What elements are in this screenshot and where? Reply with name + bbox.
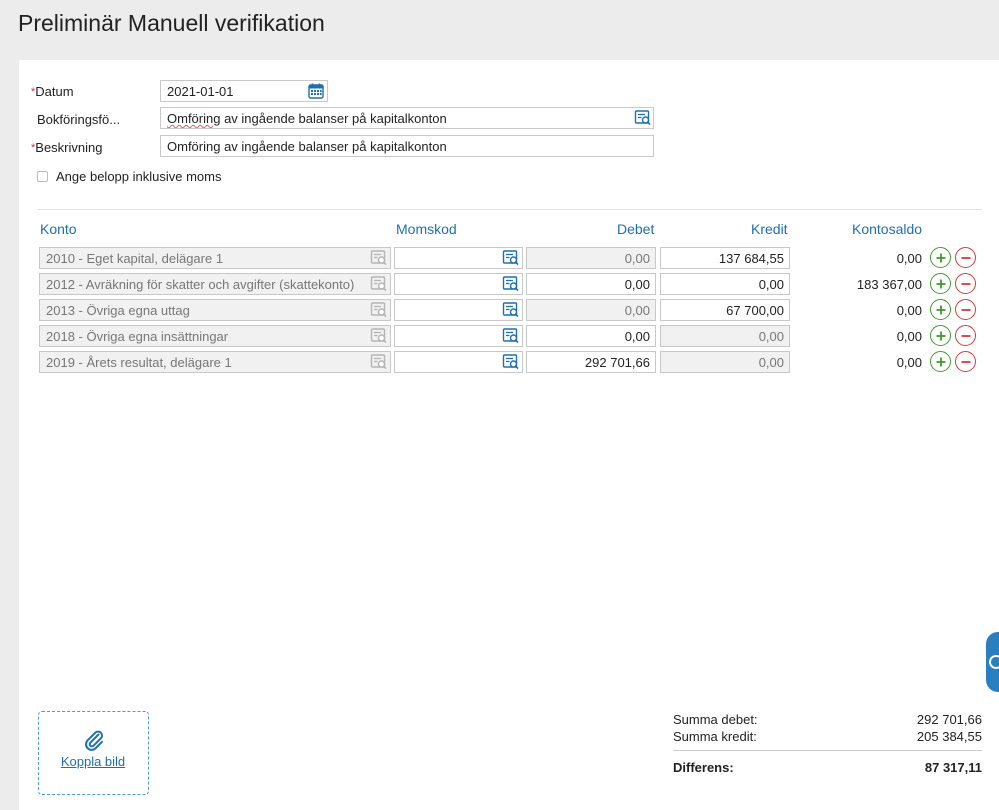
chat-icon bbox=[989, 655, 999, 669]
kontosaldo-value: 0,00 bbox=[896, 251, 922, 266]
konto-lookup-icon[interactable] bbox=[370, 275, 388, 293]
plus-icon bbox=[936, 305, 945, 314]
divider bbox=[38, 209, 982, 210]
calendar-icon[interactable] bbox=[307, 82, 325, 100]
konto-lookup-icon[interactable] bbox=[370, 327, 388, 345]
minus-icon bbox=[961, 360, 970, 363]
debet-field[interactable]: 0,00 bbox=[526, 299, 656, 321]
kredit-field[interactable]: 0,00 bbox=[660, 273, 790, 295]
debet-field[interactable]: 292 701,66 bbox=[526, 351, 656, 373]
paperclip-icon bbox=[85, 730, 103, 751]
minus-icon bbox=[961, 308, 970, 311]
konto-lookup-icon[interactable] bbox=[370, 353, 388, 371]
remove-row-button[interactable] bbox=[955, 273, 976, 294]
summa-debet-label: Summa debet: bbox=[673, 712, 758, 727]
debet-field[interactable]: 0,00 bbox=[526, 325, 656, 347]
momskod-lookup-icon[interactable] bbox=[502, 353, 520, 371]
konto-field[interactable]: 2018 - Övriga egna insättningar bbox=[39, 325, 391, 347]
plus-icon bbox=[936, 253, 945, 262]
inkl-moms-checkbox[interactable] bbox=[37, 171, 48, 182]
plus-icon bbox=[936, 357, 945, 366]
kontosaldo-value: 183 367,00 bbox=[856, 277, 922, 292]
momskod-lookup-icon[interactable] bbox=[502, 275, 520, 293]
differens-label: Differens: bbox=[673, 760, 734, 775]
attach-image-link[interactable]: Koppla bild bbox=[39, 754, 147, 769]
remove-row-button[interactable] bbox=[955, 247, 976, 268]
debet-field[interactable]: 0,00 bbox=[526, 247, 656, 269]
attach-image-dropzone[interactable]: Koppla bild bbox=[38, 711, 149, 795]
momskod-lookup-icon[interactable] bbox=[502, 249, 520, 267]
datum-label: *Datum bbox=[31, 84, 74, 99]
add-row-button[interactable] bbox=[930, 351, 951, 372]
datum-input[interactable]: 2021-01-01 bbox=[160, 80, 328, 102]
kredit-field[interactable]: 137 684,55 bbox=[660, 247, 790, 269]
add-row-button[interactable] bbox=[930, 273, 951, 294]
remove-row-button[interactable] bbox=[955, 351, 976, 372]
differens-value: 87 317,11 bbox=[924, 760, 982, 775]
plus-icon bbox=[936, 279, 945, 288]
kredit-field[interactable]: 67 700,00 bbox=[660, 299, 790, 321]
header-debet: Debet bbox=[617, 221, 655, 237]
summa-kredit-label: Summa kredit: bbox=[673, 729, 757, 744]
konto-field[interactable]: 2019 - Årets resultat, delägare 1 bbox=[39, 351, 391, 373]
summa-debet-value: 292 701,66 bbox=[916, 712, 982, 727]
summary-divider bbox=[673, 750, 982, 751]
konto-field[interactable]: 2013 - Övriga egna uttag bbox=[39, 299, 391, 321]
konto-lookup-icon[interactable] bbox=[370, 249, 388, 267]
minus-icon bbox=[961, 282, 970, 285]
momskod-lookup-icon[interactable] bbox=[502, 301, 520, 319]
minus-icon bbox=[961, 256, 970, 259]
header-kontosaldo: Kontosaldo bbox=[852, 221, 923, 237]
debet-field[interactable]: 0,00 bbox=[526, 273, 656, 295]
help-chat-tab[interactable] bbox=[986, 632, 999, 692]
kontosaldo-value: 0,00 bbox=[896, 355, 922, 370]
required-mark: * bbox=[31, 86, 36, 98]
add-row-button[interactable] bbox=[930, 247, 951, 268]
summa-kredit-value: 205 384,55 bbox=[916, 729, 982, 744]
header-momskod: Momskod bbox=[396, 221, 457, 237]
inkl-moms-label: Ange belopp inklusive moms bbox=[56, 169, 222, 184]
add-row-button[interactable] bbox=[930, 299, 951, 320]
bokforing-label: Bokföringsfö... bbox=[37, 112, 121, 127]
plus-icon bbox=[936, 331, 945, 340]
lookup-icon[interactable] bbox=[634, 109, 652, 127]
remove-row-button[interactable] bbox=[955, 325, 976, 346]
konto-field[interactable]: 2012 - Avräkning för skatter och avgifte… bbox=[39, 273, 391, 295]
minus-icon bbox=[961, 334, 970, 337]
konto-lookup-icon[interactable] bbox=[370, 301, 388, 319]
kontosaldo-value: 0,00 bbox=[896, 329, 922, 344]
kontosaldo-value: 0,00 bbox=[896, 303, 922, 318]
kredit-field[interactable]: 0,00 bbox=[660, 351, 790, 373]
bokforing-input[interactable]: Omföring av ingående balanser på kapital… bbox=[160, 107, 654, 129]
remove-row-button[interactable] bbox=[955, 299, 976, 320]
kredit-field[interactable]: 0,00 bbox=[660, 325, 790, 347]
add-row-button[interactable] bbox=[930, 325, 951, 346]
konto-field[interactable]: 2010 - Eget kapital, delägare 1 bbox=[39, 247, 391, 269]
beskrivning-label: *Beskrivning bbox=[31, 140, 103, 155]
header-kredit: Kredit bbox=[751, 221, 788, 237]
beskrivning-input[interactable]: Omföring av ingående balanser på kapital… bbox=[160, 135, 654, 157]
header-konto: Konto bbox=[40, 221, 77, 237]
page-title: Preliminär Manuell verifikation bbox=[18, 10, 325, 36]
momskod-lookup-icon[interactable] bbox=[502, 327, 520, 345]
